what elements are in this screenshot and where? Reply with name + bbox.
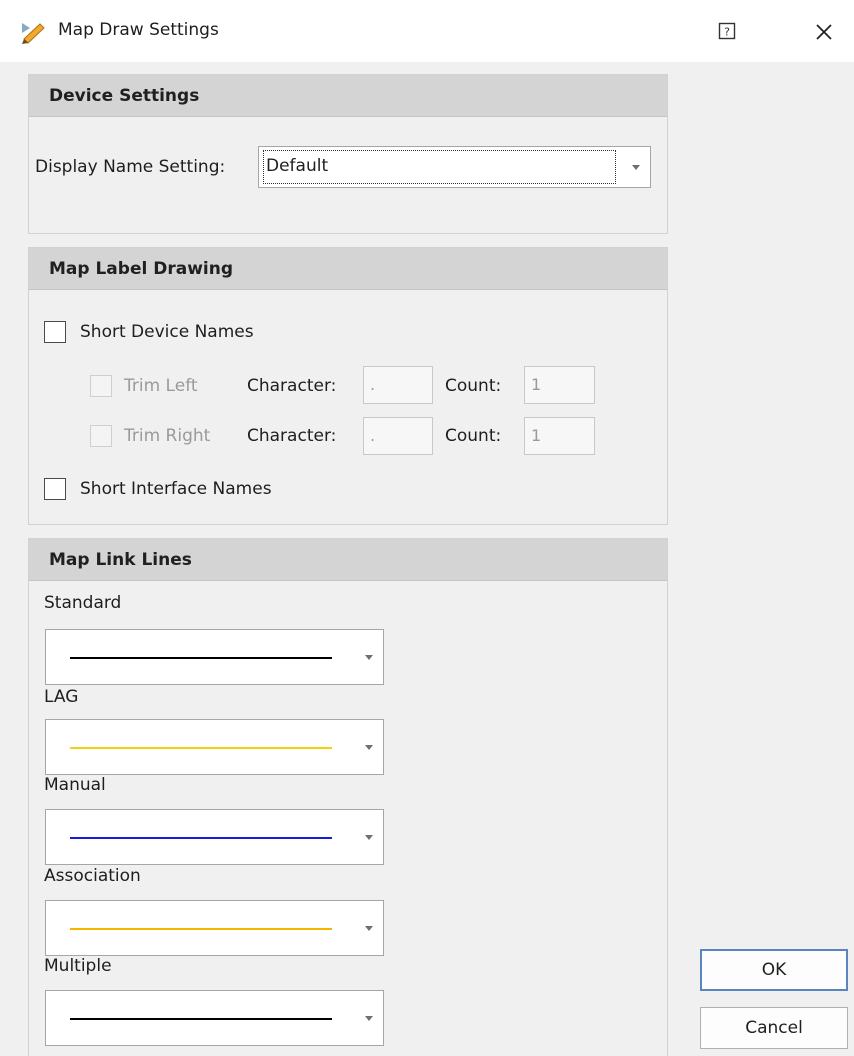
chevron-down-icon[interactable]	[365, 926, 373, 931]
short-interface-names-checkbox[interactable]	[44, 478, 66, 500]
trim-right-count-input[interactable]: 1	[524, 417, 595, 455]
pen-map-icon	[22, 23, 45, 44]
line-sample	[70, 928, 332, 930]
display-name-select[interactable]: Default	[258, 146, 651, 188]
standard-line-label: Standard	[44, 593, 122, 613]
lag-line-label: LAG	[44, 687, 79, 707]
trim-left-character-label: Character:	[247, 376, 337, 396]
manual-line-select[interactable]	[45, 809, 384, 865]
title-bar: Map Draw Settings ?	[0, 0, 854, 62]
standard-line-select[interactable]	[45, 629, 384, 685]
map-label-drawing-group: Map Label Drawing Short Device Names Tri…	[28, 247, 668, 525]
line-sample	[70, 837, 332, 839]
trim-right-label: Trim Right	[124, 426, 211, 446]
lag-line-select[interactable]	[45, 719, 384, 775]
short-device-names-checkbox[interactable]	[44, 321, 66, 343]
chevron-down-icon[interactable]	[365, 1016, 373, 1021]
manual-line-label: Manual	[44, 775, 106, 795]
association-line-label: Association	[44, 866, 141, 886]
trim-left-label: Trim Left	[124, 376, 198, 396]
map-link-lines-group: Map Link Lines	[28, 538, 668, 1056]
multiple-line-select[interactable]	[45, 990, 384, 1046]
chevron-down-icon[interactable]	[365, 745, 373, 750]
display-name-label: Display Name Setting:	[35, 157, 226, 177]
short-interface-names-label: Short Interface Names	[80, 479, 272, 499]
map-link-lines-header: Map Link Lines	[29, 539, 667, 581]
ok-button[interactable]: OK	[700, 949, 848, 991]
trim-right-count-label: Count:	[445, 426, 502, 446]
device-settings-header: Device Settings	[29, 75, 667, 117]
help-icon[interactable]: ?	[718, 22, 736, 40]
association-line-select[interactable]	[45, 900, 384, 956]
short-device-names-label: Short Device Names	[80, 322, 254, 342]
trim-left-count-label: Count:	[445, 376, 502, 396]
trim-left-character-input[interactable]: .	[363, 366, 433, 404]
multiple-line-label: Multiple	[44, 956, 112, 976]
trim-left-count-input[interactable]: 1	[524, 366, 595, 404]
chevron-down-icon[interactable]	[365, 655, 373, 660]
line-sample	[70, 747, 332, 749]
display-name-value: Default	[263, 150, 616, 184]
chevron-down-icon[interactable]	[365, 835, 373, 840]
device-settings-group: Device Settings Display Name Setting: De…	[28, 74, 668, 234]
map-label-drawing-header: Map Label Drawing	[29, 248, 667, 290]
line-sample	[70, 1018, 332, 1020]
close-icon[interactable]	[812, 20, 836, 44]
window-title: Map Draw Settings	[58, 20, 219, 40]
line-sample	[70, 657, 332, 659]
chevron-down-icon[interactable]	[632, 165, 640, 170]
svg-text:?: ?	[724, 26, 730, 39]
trim-right-checkbox[interactable]	[90, 425, 112, 447]
trim-right-character-input[interactable]: .	[363, 417, 433, 455]
trim-left-checkbox[interactable]	[90, 375, 112, 397]
trim-right-character-label: Character:	[247, 426, 337, 446]
cancel-button[interactable]: Cancel	[700, 1007, 848, 1049]
